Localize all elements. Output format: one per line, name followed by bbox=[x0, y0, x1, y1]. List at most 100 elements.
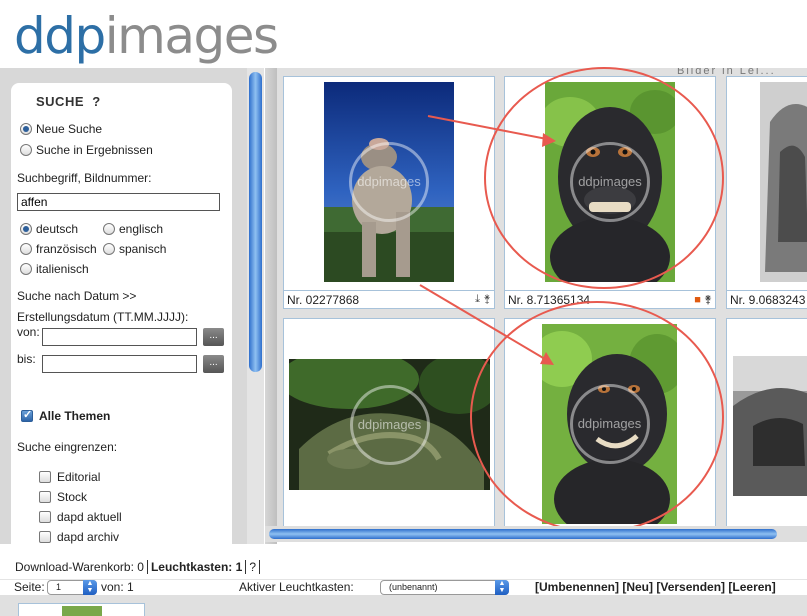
checkbox-icon[interactable] bbox=[39, 511, 51, 523]
lightbox-thumb-card[interactable] bbox=[18, 603, 145, 616]
radio-icon[interactable] bbox=[20, 243, 32, 255]
search-help-link[interactable]: ? bbox=[92, 94, 100, 109]
lang-label: deutsch bbox=[36, 222, 79, 236]
filter-editorial[interactable]: Editorial bbox=[39, 470, 100, 484]
image-thumbnail[interactable] bbox=[760, 82, 807, 282]
date-to-picker-button[interactable]: ... bbox=[203, 355, 224, 373]
image-card[interactable]: Nr. 9.0683243 bbox=[726, 76, 807, 309]
download-icon[interactable]: ⤓ bbox=[475, 293, 480, 305]
date-search-link[interactable]: Suche nach Datum >> bbox=[17, 289, 136, 303]
mode-new-label: Neue Suche bbox=[36, 122, 103, 136]
card-actions: ⤓ ⚵ bbox=[475, 293, 491, 306]
lightbox-tab[interactable]: Leuchtkasten: 1 bbox=[151, 560, 242, 574]
radio-icon[interactable] bbox=[103, 243, 115, 255]
all-topics-checkbox[interactable]: Alle Themen bbox=[21, 408, 111, 423]
search-title: SUCHE bbox=[36, 94, 85, 109]
search-term-input[interactable] bbox=[17, 193, 220, 211]
lang-label: englisch bbox=[119, 222, 164, 236]
rss-icon[interactable]: ■ bbox=[694, 294, 701, 306]
lang-spanisch[interactable]: spanisch bbox=[103, 242, 166, 256]
image-number: Nr. 9.0683243 bbox=[730, 293, 806, 307]
lightbox-strip bbox=[0, 595, 807, 616]
mode-search-in-results[interactable]: Suche in Ergebnissen bbox=[20, 143, 153, 157]
send-lightbox-link[interactable]: [Versenden] bbox=[656, 580, 725, 594]
creation-date-label: Erstellungsdatum (TT.MM.JJJJ): bbox=[17, 310, 189, 324]
lang-englisch[interactable]: englisch bbox=[103, 222, 163, 236]
page-select-value: 1 bbox=[56, 582, 62, 592]
page-select[interactable]: 1 ▲ ▼ bbox=[47, 580, 97, 595]
sidebar-scrollbar[interactable] bbox=[247, 68, 264, 544]
filter-label: Stock bbox=[57, 490, 88, 504]
filter-label: dapd archiv bbox=[57, 530, 120, 544]
lightbox-tabs: Download-Warenkorb: 0 Leuchtkasten: 1? bbox=[15, 560, 263, 574]
download-cart-tab[interactable]: Download-Warenkorb: 0 bbox=[15, 560, 144, 574]
lang-franzoesisch[interactable]: französisch bbox=[20, 242, 97, 256]
filter-stock[interactable]: Stock bbox=[39, 490, 87, 504]
lightbox-thumbnail[interactable] bbox=[62, 606, 102, 616]
mode-new-search[interactable]: Neue Suche bbox=[20, 122, 102, 136]
clear-lightbox-link[interactable]: [Leeren] bbox=[728, 580, 775, 594]
ddpimages-logo[interactable]: ddpimages bbox=[14, 6, 279, 66]
date-to-input[interactable] bbox=[42, 355, 197, 373]
lightbox-controls-bar: Seite: 1 ▲ ▼ von: 1 Aktiver Leuchtkasten: … bbox=[0, 579, 807, 595]
gallery-scroll-track[interactable] bbox=[265, 68, 277, 544]
lang-label: spanisch bbox=[119, 242, 167, 256]
radio-icon[interactable] bbox=[103, 223, 115, 235]
gallery-horizontal-scrollbar[interactable] bbox=[265, 526, 807, 542]
radio-icon[interactable] bbox=[20, 144, 32, 156]
annotation-circle-top bbox=[484, 67, 724, 289]
lang-label: italienisch bbox=[36, 262, 89, 276]
sidebar-scrollbar-thumb[interactable] bbox=[249, 72, 262, 372]
lang-italienisch[interactable]: italienisch bbox=[20, 262, 89, 276]
image-number-bar: Nr. 9.0683243 bbox=[727, 290, 807, 308]
date-from-picker-button[interactable]: ... bbox=[203, 328, 224, 346]
search-panel-title: SUCHE ? bbox=[36, 94, 101, 109]
search-term-label: Suchbegriff, Bildnummer: bbox=[17, 171, 152, 185]
all-topics-label: Alle Themen bbox=[39, 409, 111, 423]
filter-label: Editorial bbox=[57, 470, 101, 484]
image-thumbnail[interactable]: ddpimages bbox=[324, 82, 454, 282]
lightbox-help-link[interactable]: ? bbox=[249, 560, 256, 574]
image-number: Nr. 02277868 bbox=[287, 293, 360, 307]
lightbox-add-icon[interactable]: ⚵ bbox=[483, 293, 491, 305]
from-label: von: bbox=[17, 325, 40, 339]
gallery-scrollbar-thumb[interactable] bbox=[269, 529, 777, 539]
annotation-circle-bottom bbox=[470, 301, 724, 533]
date-from-input[interactable] bbox=[42, 328, 197, 346]
rename-lightbox-link[interactable]: [Umbenennen] bbox=[535, 580, 619, 594]
lightbox-add-icon[interactable]: ⚵ bbox=[704, 294, 712, 306]
image-thumbnail[interactable] bbox=[733, 356, 807, 496]
filter-dapd-archiv[interactable]: dapd archiv bbox=[39, 530, 119, 544]
image-card[interactable]: ddpimages bbox=[283, 318, 495, 526]
filter-dapd-aktuell[interactable]: dapd aktuell bbox=[39, 510, 122, 524]
radio-icon[interactable] bbox=[20, 263, 32, 275]
radio-icon-selected[interactable] bbox=[20, 123, 32, 135]
to-label: bis: bbox=[17, 352, 36, 366]
image-card[interactable] bbox=[726, 318, 807, 526]
narrow-search-label: Suche eingrenzen: bbox=[17, 440, 118, 454]
mode-results-label: Suche in Ergebnissen bbox=[36, 143, 153, 157]
search-panel: SUCHE ? Neue Suche Suche in Ergebnissen … bbox=[11, 83, 232, 544]
logo-part2: images bbox=[104, 7, 279, 65]
filter-label: dapd aktuell bbox=[57, 510, 122, 524]
new-lightbox-link[interactable]: [Neu] bbox=[622, 580, 653, 594]
page-of-label: von: 1 bbox=[101, 580, 134, 594]
checkbox-icon[interactable] bbox=[39, 531, 51, 543]
checkbox-icon[interactable] bbox=[39, 491, 51, 503]
checkbox-icon-checked[interactable] bbox=[21, 408, 33, 422]
stone-photo bbox=[760, 82, 807, 282]
chevron-updown-icon[interactable]: ▲ ▼ bbox=[83, 580, 97, 595]
card-actions: ■ ⚵ bbox=[694, 293, 712, 306]
image-number-bar: Nr. 02277868 ⤓ ⚵ bbox=[284, 290, 494, 308]
lightbox-actions: [Umbenennen] [Neu] [Versenden] [Leeren] bbox=[535, 580, 776, 594]
checkbox-icon[interactable] bbox=[39, 471, 51, 483]
radio-icon-selected[interactable] bbox=[20, 223, 32, 235]
watermark-text: ddpimages bbox=[357, 416, 422, 432]
active-lightbox-label: Aktiver Leuchtkasten: bbox=[239, 580, 354, 594]
lang-deutsch[interactable]: deutsch bbox=[20, 222, 78, 236]
chevron-updown-icon[interactable]: ▲ ▼ bbox=[495, 580, 509, 595]
lightbox-tabs-bar: Download-Warenkorb: 0 Leuchtkasten: 1? bbox=[0, 544, 807, 579]
image-card[interactable]: ddpimages Nr. 02277868 ⤓ ⚵ bbox=[283, 76, 495, 309]
active-lightbox-select[interactable]: (unbenannt) ▲ ▼ bbox=[380, 580, 509, 595]
image-thumbnail[interactable]: ddpimages bbox=[289, 359, 490, 490]
